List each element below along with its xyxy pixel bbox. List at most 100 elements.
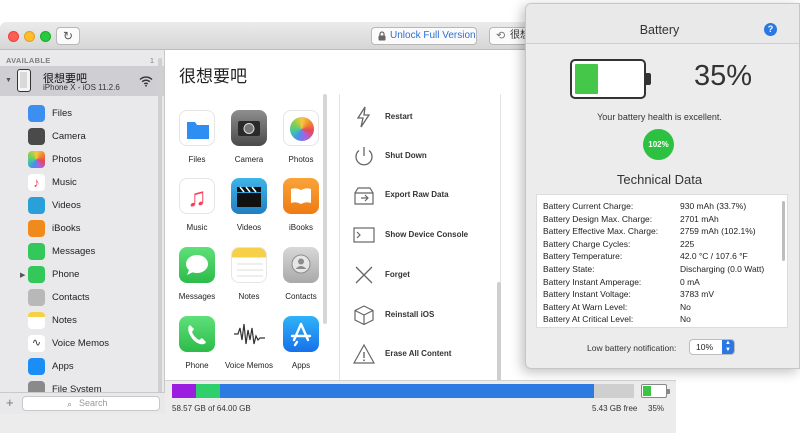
technical-data-value: Discharging (0.0 Watt)	[680, 264, 765, 274]
sidebar-item-files[interactable]: Files	[0, 103, 160, 126]
storage-segment	[172, 384, 197, 398]
app-tile-contacts[interactable]: Contacts	[275, 247, 327, 301]
x-mark-icon	[355, 266, 373, 284]
app-store-icon	[28, 358, 45, 375]
action-label: Export Raw Data	[385, 190, 449, 199]
restart-button[interactable]: Restart	[340, 102, 500, 132]
storage-usage-bar	[172, 384, 634, 398]
app-tile-label: Camera	[234, 155, 264, 164]
photos-icon	[28, 151, 45, 168]
app-tile-photos[interactable]: Photos	[275, 110, 327, 164]
sidebar-item-ibooks[interactable]: iBooks	[0, 218, 160, 241]
app-tile-label: iBooks	[288, 223, 313, 232]
files-icon	[28, 105, 45, 122]
low-battery-threshold-value: 10%	[696, 342, 714, 352]
disclosure-triangle-icon[interactable]: ▼	[5, 77, 12, 84]
app-tile-messages[interactable]: Messages	[171, 247, 223, 301]
sidebar-item-music[interactable]: ♪ Music	[0, 172, 160, 195]
app-tile-camera[interactable]: Camera	[223, 110, 275, 164]
add-icon[interactable]: +	[6, 395, 14, 410]
sidebar-item-camera[interactable]: Camera	[0, 126, 160, 149]
battery-health-text: Your battery health is excellent.	[597, 112, 722, 122]
technical-data-value: 225	[680, 238, 695, 249]
technical-data-key: Battery Instant Voltage:	[543, 289, 631, 300]
app-grid-scrollbar[interactable]	[323, 94, 327, 324]
sidebar-item-label: Messages	[52, 246, 96, 257]
sidebar-item-photos[interactable]: Photos	[0, 149, 160, 172]
app-tile-voice-memos[interactable]: Voice Memos	[223, 316, 275, 370]
sidebar-item-apps[interactable]: Apps	[0, 356, 160, 379]
ibooks-icon	[283, 178, 319, 214]
page-title: 很想要吧	[179, 67, 247, 86]
sidebar-section-count: 1	[149, 56, 154, 65]
disclosure-triangle-icon[interactable]: ▶	[20, 271, 25, 279]
technical-data-key: Battery At Critical Level:	[543, 314, 634, 325]
sidebar-item-label: Files	[52, 108, 73, 119]
reinstall-ios-button[interactable]: Reinstall iOS	[340, 300, 500, 330]
refresh-button[interactable]: ↻	[56, 27, 80, 45]
sidebar: AVAILABLE 1 ▼ 很想要吧 iPhone X - iOS 11.2.6…	[0, 50, 165, 408]
sidebar-item-messages[interactable]: Messages	[0, 241, 160, 264]
app-tile-label: Voice Memos	[224, 361, 274, 370]
sidebar-item-label: Notes	[52, 315, 77, 326]
technical-data-value: No	[680, 301, 691, 312]
sidebar-item-contacts[interactable]: Contacts	[0, 287, 160, 310]
terminal-icon	[353, 227, 375, 243]
sidebar-scrollbar[interactable]	[158, 58, 162, 408]
search-input[interactable]: ⌕ Search	[22, 396, 160, 411]
technical-data-value: 930 mAh (33.7%)	[680, 201, 747, 211]
app-tile-label: Apps	[291, 361, 311, 370]
package-icon	[354, 305, 374, 326]
app-tile-notes[interactable]: Notes	[223, 247, 275, 301]
help-icon[interactable]: ?	[764, 23, 777, 36]
erase-all-content-button[interactable]: Erase All Content	[340, 339, 500, 369]
shut-down-button[interactable]: Shut Down	[340, 141, 500, 171]
technical-data-key: Battery State:	[543, 264, 595, 274]
technical-data-value: 2701 mAh	[680, 213, 719, 224]
app-tile-videos[interactable]: Videos	[223, 178, 275, 232]
export-raw-data-button[interactable]: Export Raw Data	[340, 180, 500, 210]
photos-icon	[283, 110, 319, 146]
sidebar-item-label: Voice Memos	[52, 338, 110, 349]
close-button[interactable]	[8, 31, 19, 42]
minimize-button[interactable]	[24, 31, 35, 42]
actions-scrollbar[interactable]	[497, 282, 501, 382]
app-tile-phone[interactable]: Phone	[171, 316, 223, 370]
unlock-full-version-button[interactable]: Unlock Full Version	[371, 27, 477, 45]
sidebar-item-videos[interactable]: Videos	[0, 195, 160, 218]
sidebar-item-voice-memos[interactable]: ∿ Voice Memos	[0, 333, 160, 356]
action-label: Shut Down	[385, 151, 427, 160]
battery-mini-icon[interactable]	[641, 384, 670, 398]
app-tile-label: Videos	[236, 223, 262, 232]
action-label: Forget	[385, 270, 410, 279]
technical-data-key: Battery Current Charge:	[543, 201, 634, 211]
action-label: Reinstall iOS	[385, 310, 435, 319]
voice-memos-icon: ∿	[28, 335, 45, 352]
app-tile-files[interactable]: Files	[171, 110, 223, 164]
battery-mini-percent: 35%	[648, 404, 665, 413]
messages-icon	[179, 247, 215, 283]
sidebar-item-notes[interactable]: Notes	[0, 310, 160, 333]
sidebar-item-phone[interactable]: ▶ Phone	[0, 264, 160, 287]
technical-data-key: Battery Charge Cycles:	[543, 238, 631, 249]
low-battery-threshold-select[interactable]: 10% ▲ ▼	[689, 339, 735, 355]
technical-data-scrollbar[interactable]	[782, 201, 785, 261]
clapperboard-icon	[231, 178, 267, 214]
app-tile-label: Contacts	[285, 292, 317, 301]
app-tile-apps[interactable]: Apps	[275, 316, 327, 370]
app-tile-music[interactable]: ♫ Music	[171, 178, 223, 232]
power-icon	[355, 147, 373, 166]
low-battery-notification-label: Low battery notification:	[587, 343, 677, 353]
sidebar-item-label: Apps	[52, 361, 74, 372]
stepper-arrows-icon: ▲ ▼	[722, 340, 734, 354]
show-device-console-button[interactable]: Show Device Console	[340, 220, 500, 250]
app-tile-label: Music	[186, 223, 208, 232]
app-tile-ibooks[interactable]: iBooks	[275, 178, 327, 232]
search-icon: ⌕	[67, 399, 73, 409]
zoom-button[interactable]	[40, 31, 51, 42]
forget-button[interactable]: Forget	[340, 260, 500, 290]
technical-data-value: 3783 mV	[680, 289, 715, 300]
refresh-icon: ↻	[62, 29, 74, 43]
technical-data-key: Battery Design Max. Charge:	[543, 213, 653, 224]
device-row[interactable]: ▼ 很想要吧 iPhone X - iOS 11.2.6	[0, 66, 164, 96]
